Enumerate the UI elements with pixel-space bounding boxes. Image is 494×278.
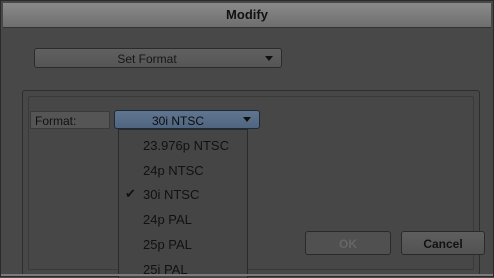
modify-dialog: Modify Set Format Format: 30i NTSC OK Ca… — [0, 0, 494, 278]
dialog-title: Modify — [226, 7, 268, 22]
menu-item-format[interactable]: ✔ 24p PAL — [119, 208, 247, 232]
format-select[interactable]: 30i NTSC — [114, 110, 260, 129]
menu-item-label: 23.976p NTSC — [143, 138, 229, 153]
set-format-dropdown[interactable]: Set Format — [34, 48, 282, 68]
ok-button-label: OK — [339, 237, 357, 251]
set-format-label: Set Format — [117, 52, 177, 66]
ok-button[interactable]: OK — [305, 231, 391, 255]
title-bar[interactable]: Modify — [3, 3, 491, 28]
checkmark-icon: ✔ — [125, 186, 136, 201]
format-label-text: Format: — [35, 114, 77, 128]
menu-item-label: 24p PAL — [143, 212, 192, 227]
menu-item-format[interactable]: ✔ 25p PAL — [119, 233, 247, 257]
window-bottom-edge — [1, 274, 493, 276]
menu-item-label: 24p NTSC — [143, 163, 204, 178]
menu-item-label: 30i NTSC — [143, 187, 200, 202]
chevron-down-icon — [265, 56, 273, 61]
cancel-button[interactable]: Cancel — [401, 231, 485, 255]
format-label: Format: — [30, 111, 110, 129]
chevron-down-icon — [243, 117, 251, 122]
menu-item-format[interactable]: ✔ 24p NTSC — [119, 159, 247, 183]
menu-item-label: 25p PAL — [143, 237, 192, 252]
format-selected-value: 30i NTSC — [151, 114, 204, 128]
menu-item-format[interactable]: ✔ 30i NTSC — [119, 183, 247, 207]
format-dropdown-menu: ✔ 23.976p NTSC ✔ 24p NTSC ✔ 30i NTSC ✔ 2… — [118, 129, 248, 278]
menu-item-format[interactable]: ✔ 23.976p NTSC — [119, 134, 247, 158]
cancel-button-label: Cancel — [423, 237, 463, 251]
